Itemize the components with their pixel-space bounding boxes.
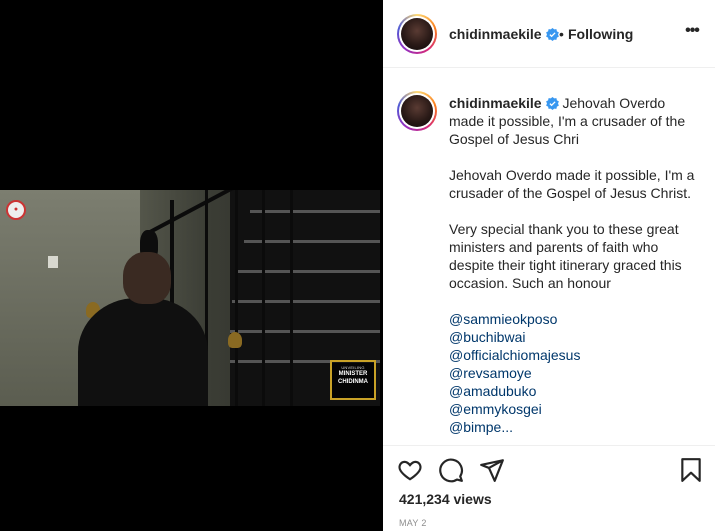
verified-badge-icon <box>545 28 559 41</box>
mentions-list: @sammieokposo @buchibwai @officialchioma… <box>449 310 701 436</box>
mention-link[interactable]: @amadubuko <box>449 382 701 400</box>
lower-third-line1: MINISTER <box>338 371 368 377</box>
video-person-body <box>78 298 208 406</box>
mention-link[interactable]: @officialchiomajesus <box>449 346 701 364</box>
post-date[interactable]: MAY 2 <box>399 518 427 528</box>
video-light-switch <box>48 256 58 268</box>
railing-post <box>235 190 238 406</box>
stair-step <box>250 210 380 213</box>
post-panel: chidinmaekile • Following ••• chidinmaek… <box>383 0 715 531</box>
following-button[interactable]: Following <box>568 26 633 42</box>
avatar-image <box>401 18 433 50</box>
verified-badge-icon <box>545 97 559 110</box>
share-icon[interactable] <box>479 457 505 483</box>
more-options-button[interactable]: ••• <box>683 23 701 42</box>
railing-post <box>262 190 265 406</box>
stair-step <box>232 300 380 303</box>
follow-separator: • <box>559 26 564 42</box>
post-media[interactable]: ● UNVEILING MINISTER CHIDINMA <box>0 0 383 531</box>
video-person-head <box>123 252 171 304</box>
caption-area[interactable]: chidinmaekile Jehovah Overdo made it pos… <box>383 69 715 446</box>
stair-step <box>230 330 380 333</box>
username-text[interactable]: chidinmaekile <box>449 26 542 42</box>
action-bar <box>383 452 715 488</box>
video-lower-third: UNVEILING MINISTER CHIDINMA <box>330 360 376 400</box>
video-player[interactable]: ● UNVEILING MINISTER CHIDINMA <box>0 190 380 406</box>
caption-username[interactable]: chidinmaekile <box>449 95 542 111</box>
caption-text: chidinmaekile Jehovah Overdo made it pos… <box>449 94 701 436</box>
caption-avatar-image <box>401 95 433 127</box>
caption-avatar[interactable] <box>397 91 437 131</box>
heart-icon[interactable] <box>397 457 423 483</box>
post-header: chidinmaekile • Following ••• <box>383 0 715 68</box>
mention-link[interactable]: @bimpe... <box>449 418 701 436</box>
mention-link[interactable]: @revsamoye <box>449 364 701 382</box>
railing-post <box>290 190 293 406</box>
avatar[interactable] <box>397 14 437 54</box>
comment-icon[interactable] <box>438 457 464 483</box>
caption-paragraph-2: Very special thank you to these great mi… <box>449 221 682 291</box>
lower-third-line2: CHIDINMA <box>338 379 368 385</box>
railing-finial <box>228 332 242 348</box>
view-count[interactable]: 421,234 views <box>399 491 492 507</box>
mention-link[interactable]: @emmykosgei <box>449 400 701 418</box>
bookmark-icon[interactable] <box>678 457 704 483</box>
mention-link[interactable]: @buchibwai <box>449 328 701 346</box>
post-username[interactable]: chidinmaekile <box>449 26 559 42</box>
channel-logo: ● <box>6 200 26 220</box>
mention-link[interactable]: @sammieokposo <box>449 310 701 328</box>
stair-step <box>238 270 380 273</box>
caption-paragraph-1: Jehovah Overdo made it possible, I'm a c… <box>449 167 695 201</box>
